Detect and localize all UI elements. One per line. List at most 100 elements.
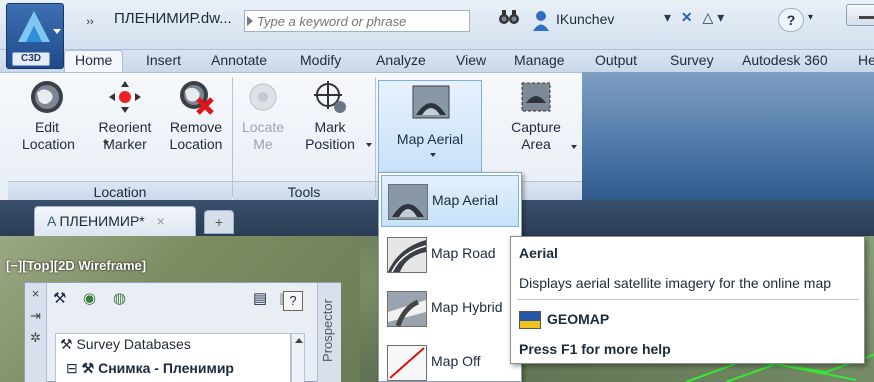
palette-title-bar[interactable]: Prospector: [317, 283, 341, 382]
palette-autohide-icon[interactable]: ⇥: [25, 305, 46, 327]
locate-me-button: Locate Me: [237, 73, 289, 153]
minimize-icon: [859, 16, 874, 19]
stay-connected-dropdown-icon[interactable]: ▾: [717, 9, 724, 25]
mark-position-label-2: Position: [305, 136, 355, 152]
reorient-marker-button[interactable]: Reorient Marker: [90, 73, 160, 153]
map-type-menu: Map Aerial Map Road Map Hybrid Map Off: [378, 172, 522, 382]
help-button[interactable]: ?: [778, 8, 804, 32]
map-road-icon: [387, 237, 427, 273]
map-aerial-icon: [388, 184, 428, 220]
tree-item-label: Survey Databases: [76, 336, 191, 352]
tab-output[interactable]: Output: [595, 52, 637, 68]
tab-analyze[interactable]: Analyze: [376, 52, 426, 68]
application-menu-button[interactable]: C3D: [6, 3, 64, 69]
tab-home[interactable]: Home: [64, 50, 124, 73]
menu-item-label: Map Hybrid: [431, 299, 503, 315]
capture-area-dropdown-icon[interactable]: [571, 145, 577, 149]
palette-toolbar: ⚒ ◉ ◍ ▤ ▦: [53, 289, 303, 313]
ribbon-empty-area: [582, 72, 874, 200]
mark-position-button[interactable]: Mark Position: [295, 73, 365, 153]
titlebar-tools: ▾ ✕ △ ▾: [664, 9, 724, 26]
ribbon-group-location-label: Location: [8, 181, 232, 201]
map-aerial-button[interactable]: Map Aerial: [378, 80, 482, 178]
menu-item-label: Map Road: [431, 245, 496, 261]
survey-databases-icon: ⚒: [60, 336, 73, 352]
tree-expand-icon[interactable]: ⊟: [66, 360, 78, 376]
menu-item-map-off[interactable]: Map Off: [381, 337, 519, 382]
tab-annotate[interactable]: Annotate: [211, 52, 267, 68]
search-expand-icon[interactable]: [247, 16, 253, 26]
prospector-tree[interactable]: ⚒ Survey Databases ⊟ ⚒ Снимка - Пленимир: [55, 333, 291, 382]
edit-location-button[interactable]: Edit Location: [22, 73, 75, 153]
tree-item-database[interactable]: ⊟ ⚒ Снимка - Пленимир: [66, 360, 234, 377]
mark-position-dropdown-icon[interactable]: [366, 143, 372, 147]
tab-view[interactable]: View: [456, 52, 486, 68]
menu-item-label: Map Off: [431, 353, 481, 369]
new-tab-button[interactable]: +: [204, 210, 234, 234]
tab-autodesk-360[interactable]: Autodesk 360: [742, 52, 828, 68]
reorient-marker-label-2: Marker: [103, 136, 147, 152]
prospector-palette: × ⇥ ✲ ⚒ ◉ ◍ ▤ ▦ ? Prospector ⚒ Survey Da…: [24, 282, 341, 382]
palette-help-button[interactable]: ?: [283, 291, 303, 311]
globe-icon: [29, 79, 65, 115]
marker-icon: [107, 79, 143, 115]
map-aerial-icon: [412, 85, 450, 119]
map-aerial-label: Map Aerial: [396, 131, 464, 147]
map-aerial-dropdown-icon[interactable]: [430, 153, 436, 157]
user-icon[interactable]: [532, 10, 550, 32]
ribbon-tab-bar: Home Insert Annotate Modify Analyze View…: [0, 50, 874, 73]
search-box[interactable]: [244, 10, 470, 32]
viewport-controls-label[interactable]: [−][Top][2D Wireframe]: [6, 258, 146, 273]
zoom-to-icon[interactable]: ◉: [83, 289, 96, 307]
binoculars-search-icon[interactable]: [498, 8, 520, 31]
palette-close-icon[interactable]: ×: [25, 283, 46, 305]
user-name[interactable]: IKunchev: [556, 11, 614, 27]
quick-access-more-button[interactable]: ››: [78, 11, 102, 33]
tab-manage[interactable]: Manage: [514, 52, 565, 68]
reorient-dropdown-icon[interactable]: [103, 141, 109, 145]
file-tab-close-icon[interactable]: ×: [157, 213, 165, 229]
tooltip-title: Aerial: [519, 245, 558, 261]
tree-item-label: Снимка - Пленимир: [98, 360, 234, 376]
search-input[interactable]: [257, 12, 465, 30]
help-dropdown-icon[interactable]: ▾: [808, 12, 813, 23]
capture-area-button[interactable]: Capture Area: [504, 73, 568, 153]
minimize-button[interactable]: [846, 4, 874, 26]
title-bar: ›› ПЛЕНИМИР.dw... IKunchev ▾ ✕ △ ▾ ? ▾: [0, 0, 874, 50]
palette-properties-icon[interactable]: ✲: [25, 327, 46, 349]
tab-modify[interactable]: Modify: [300, 52, 341, 68]
menu-item-map-road[interactable]: Map Road: [381, 229, 519, 281]
menu-item-map-hybrid[interactable]: Map Hybrid: [381, 283, 519, 335]
locate-me-label-2: Me: [253, 136, 273, 152]
globe-remove-icon: [178, 79, 214, 115]
locate-me-label-1: Locate: [241, 119, 285, 135]
tooltip-divider: [517, 299, 859, 300]
tree-scrollbar[interactable]: [291, 333, 305, 382]
capture-area-label-1: Capture: [511, 119, 561, 135]
menu-item-map-aerial[interactable]: Map Aerial: [381, 175, 519, 227]
remove-location-label-2: Location: [169, 136, 223, 152]
tooltip: Aerial Displays aerial satellite imagery…: [510, 236, 865, 364]
remove-location-button[interactable]: Remove Location: [164, 73, 228, 153]
file-tab-plenimir[interactable]: A ПЛЕНИМИР* ×: [34, 206, 196, 236]
exchange-icon[interactable]: ✕: [681, 9, 693, 25]
pan-to-icon[interactable]: ◍: [113, 289, 126, 307]
tab-insert[interactable]: Insert: [146, 52, 181, 68]
exchange-dropdown-icon[interactable]: ▾: [664, 9, 671, 25]
mark-position-label-1: Mark: [314, 119, 346, 135]
capture-area-label-2: Area: [521, 136, 551, 152]
file-tab-label: ПЛЕНИМИР*: [59, 213, 145, 229]
stay-connected-icon[interactable]: △: [703, 9, 714, 25]
tooltip-help-hint: Press F1 for more help: [519, 341, 671, 357]
edit-location-label-1: Edit: [34, 119, 60, 135]
tree-item-survey-databases[interactable]: ⚒ Survey Databases: [60, 336, 191, 353]
app-badge: C3D: [12, 52, 50, 66]
tab-survey[interactable]: Survey: [670, 52, 714, 68]
ribbon-group-location: Edit Location Reorient Marker Remove Loc…: [8, 73, 232, 201]
survey-database-icon[interactable]: ⚒: [53, 289, 66, 307]
palette-side-bar: × ⇥ ✲: [25, 283, 47, 382]
item-view-icon[interactable]: ▤: [253, 289, 267, 307]
tab-help[interactable]: He: [858, 52, 874, 68]
scroll-up-icon[interactable]: [295, 338, 303, 343]
capture-area-icon: [518, 79, 554, 115]
